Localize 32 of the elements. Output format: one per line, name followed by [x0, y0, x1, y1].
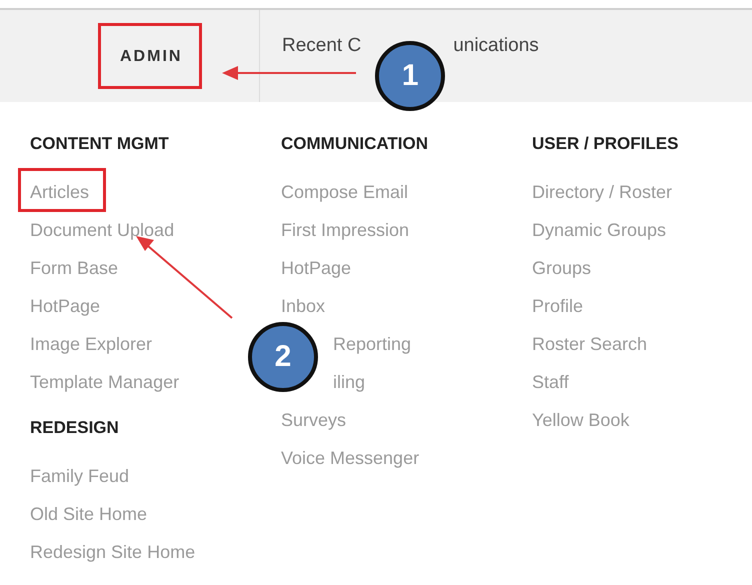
- step-number-badge: 1: [375, 41, 446, 111]
- section-heading: REDESIGN: [30, 418, 119, 438]
- menu-link[interactable]: Form Base: [18, 250, 134, 288]
- menu-link[interactable]: Directory / Roster: [520, 174, 688, 212]
- menu-link[interactable]: Dynamic Groups: [520, 212, 682, 250]
- menu-link[interactable]: Template Manager: [18, 364, 194, 402]
- menu-link[interactable]: First Impression: [269, 212, 424, 250]
- menu-link[interactable]: HotPage: [18, 288, 116, 326]
- menu-link[interactable]: Compose Email: [269, 174, 424, 212]
- menu-link[interactable]: Old Site Home: [18, 496, 162, 534]
- menu-link[interactable]: Family Feud: [18, 458, 144, 496]
- menu-link[interactable]: HotPage: [269, 250, 366, 288]
- menu-link[interactable]: Reporting: [321, 326, 426, 364]
- menu-link[interactable]: Image Explorer: [18, 326, 168, 364]
- section-heading: CONTENT MGMT: [30, 134, 169, 154]
- menu-link[interactable]: iling: [321, 364, 380, 402]
- recent-communications-link[interactable]: unications: [453, 35, 539, 57]
- menu-link[interactable]: Roster Search: [520, 326, 662, 364]
- menu-link[interactable]: Document Upload: [18, 212, 190, 250]
- recent-communications-link[interactable]: Recent C: [282, 35, 362, 57]
- menu-link[interactable]: Voice Messenger: [269, 440, 434, 478]
- step-number-badge: 2: [248, 322, 318, 392]
- menu-link[interactable]: Profile: [520, 288, 598, 326]
- section-heading: USER / PROFILES: [532, 134, 678, 154]
- menu-link[interactable]: Redesign Site Home: [18, 534, 210, 572]
- menu-link[interactable]: Yellow Book: [520, 402, 644, 440]
- menu-link[interactable]: Surveys: [269, 402, 362, 440]
- section-heading: COMMUNICATION: [281, 134, 428, 154]
- menu-link[interactable]: Staff: [520, 364, 584, 402]
- menu-link[interactable]: Articles: [18, 168, 106, 212]
- admin-menu-link[interactable]: ADMIN: [98, 23, 202, 89]
- menu-link[interactable]: Groups: [520, 250, 606, 288]
